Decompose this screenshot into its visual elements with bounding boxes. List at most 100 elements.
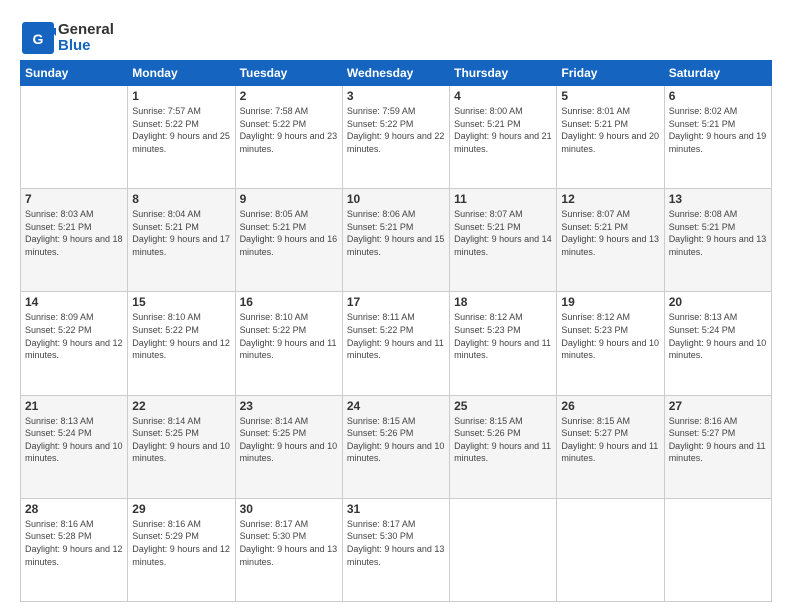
header: G General Blue bbox=[20, 16, 772, 56]
daylight: Daylight: 9 hours and 13 minutes. bbox=[347, 544, 445, 567]
day-number: 10 bbox=[347, 192, 445, 206]
calendar-week-row: 7 Sunrise: 8:03 AM Sunset: 5:21 PM Dayli… bbox=[21, 189, 772, 292]
sunset: Sunset: 5:21 PM bbox=[669, 119, 736, 129]
day-number: 17 bbox=[347, 295, 445, 309]
calendar-cell: 25 Sunrise: 8:15 AM Sunset: 5:26 PM Dayl… bbox=[450, 395, 557, 498]
logo-blue: Blue bbox=[58, 37, 91, 54]
sunrise: Sunrise: 8:12 AM bbox=[454, 312, 523, 322]
calendar-header-saturday: Saturday bbox=[664, 61, 771, 86]
daylight: Daylight: 9 hours and 25 minutes. bbox=[132, 131, 230, 154]
logo-icon: G bbox=[20, 20, 56, 56]
sunrise: Sunrise: 8:06 AM bbox=[347, 209, 416, 219]
daylight: Daylight: 9 hours and 13 minutes. bbox=[669, 234, 767, 257]
daylight: Daylight: 9 hours and 10 minutes. bbox=[240, 441, 338, 464]
logo-general: General bbox=[58, 21, 114, 38]
calendar-cell: 18 Sunrise: 8:12 AM Sunset: 5:23 PM Dayl… bbox=[450, 292, 557, 395]
day-number: 29 bbox=[132, 502, 230, 516]
day-number: 14 bbox=[25, 295, 123, 309]
day-number: 16 bbox=[240, 295, 338, 309]
calendar-cell: 16 Sunrise: 8:10 AM Sunset: 5:22 PM Dayl… bbox=[235, 292, 342, 395]
daylight: Daylight: 9 hours and 11 minutes. bbox=[347, 338, 444, 361]
day-detail: Sunrise: 8:14 AM Sunset: 5:25 PM Dayligh… bbox=[132, 415, 230, 465]
day-number: 19 bbox=[561, 295, 659, 309]
day-number: 1 bbox=[132, 89, 230, 103]
sunrise: Sunrise: 8:12 AM bbox=[561, 312, 630, 322]
day-number: 15 bbox=[132, 295, 230, 309]
sunset: Sunset: 5:21 PM bbox=[669, 222, 736, 232]
day-number: 7 bbox=[25, 192, 123, 206]
sunrise: Sunrise: 7:57 AM bbox=[132, 106, 201, 116]
calendar-header-sunday: Sunday bbox=[21, 61, 128, 86]
sunrise: Sunrise: 8:16 AM bbox=[132, 519, 201, 529]
calendar-cell: 31 Sunrise: 8:17 AM Sunset: 5:30 PM Dayl… bbox=[342, 498, 449, 601]
calendar-cell: 1 Sunrise: 7:57 AM Sunset: 5:22 PM Dayli… bbox=[128, 86, 235, 189]
logo: G General Blue bbox=[20, 20, 114, 56]
calendar-cell: 4 Sunrise: 8:00 AM Sunset: 5:21 PM Dayli… bbox=[450, 86, 557, 189]
sunrise: Sunrise: 7:58 AM bbox=[240, 106, 309, 116]
daylight: Daylight: 9 hours and 18 minutes. bbox=[25, 234, 123, 257]
calendar-header-monday: Monday bbox=[128, 61, 235, 86]
day-detail: Sunrise: 8:08 AM Sunset: 5:21 PM Dayligh… bbox=[669, 208, 767, 258]
sunrise: Sunrise: 8:17 AM bbox=[240, 519, 309, 529]
sunrise: Sunrise: 8:13 AM bbox=[25, 416, 94, 426]
calendar-week-row: 14 Sunrise: 8:09 AM Sunset: 5:22 PM Dayl… bbox=[21, 292, 772, 395]
calendar-cell: 30 Sunrise: 8:17 AM Sunset: 5:30 PM Dayl… bbox=[235, 498, 342, 601]
daylight: Daylight: 9 hours and 11 minutes. bbox=[669, 441, 766, 464]
sunset: Sunset: 5:21 PM bbox=[240, 222, 307, 232]
sunrise: Sunrise: 8:02 AM bbox=[669, 106, 738, 116]
sunrise: Sunrise: 8:03 AM bbox=[25, 209, 94, 219]
sunset: Sunset: 5:30 PM bbox=[240, 531, 307, 541]
calendar-cell: 20 Sunrise: 8:13 AM Sunset: 5:24 PM Dayl… bbox=[664, 292, 771, 395]
daylight: Daylight: 9 hours and 10 minutes. bbox=[25, 441, 123, 464]
daylight: Daylight: 9 hours and 11 minutes. bbox=[240, 338, 337, 361]
sunrise: Sunrise: 8:04 AM bbox=[132, 209, 201, 219]
calendar-cell: 13 Sunrise: 8:08 AM Sunset: 5:21 PM Dayl… bbox=[664, 189, 771, 292]
sunset: Sunset: 5:21 PM bbox=[347, 222, 414, 232]
sunset: Sunset: 5:21 PM bbox=[561, 222, 628, 232]
day-detail: Sunrise: 8:09 AM Sunset: 5:22 PM Dayligh… bbox=[25, 311, 123, 361]
day-detail: Sunrise: 7:58 AM Sunset: 5:22 PM Dayligh… bbox=[240, 105, 338, 155]
calendar-cell: 23 Sunrise: 8:14 AM Sunset: 5:25 PM Dayl… bbox=[235, 395, 342, 498]
calendar-cell: 12 Sunrise: 8:07 AM Sunset: 5:21 PM Dayl… bbox=[557, 189, 664, 292]
sunrise: Sunrise: 8:17 AM bbox=[347, 519, 416, 529]
sunset: Sunset: 5:22 PM bbox=[132, 119, 199, 129]
sunset: Sunset: 5:27 PM bbox=[561, 428, 628, 438]
daylight: Daylight: 9 hours and 14 minutes. bbox=[454, 234, 552, 257]
day-number: 21 bbox=[25, 399, 123, 413]
day-detail: Sunrise: 8:01 AM Sunset: 5:21 PM Dayligh… bbox=[561, 105, 659, 155]
day-detail: Sunrise: 8:12 AM Sunset: 5:23 PM Dayligh… bbox=[561, 311, 659, 361]
sunset: Sunset: 5:26 PM bbox=[454, 428, 521, 438]
sunrise: Sunrise: 8:14 AM bbox=[240, 416, 309, 426]
sunrise: Sunrise: 8:16 AM bbox=[25, 519, 94, 529]
daylight: Daylight: 9 hours and 15 minutes. bbox=[347, 234, 445, 257]
sunset: Sunset: 5:30 PM bbox=[347, 531, 414, 541]
calendar-cell: 14 Sunrise: 8:09 AM Sunset: 5:22 PM Dayl… bbox=[21, 292, 128, 395]
day-detail: Sunrise: 8:03 AM Sunset: 5:21 PM Dayligh… bbox=[25, 208, 123, 258]
calendar-cell: 10 Sunrise: 8:06 AM Sunset: 5:21 PM Dayl… bbox=[342, 189, 449, 292]
calendar-cell: 22 Sunrise: 8:14 AM Sunset: 5:25 PM Dayl… bbox=[128, 395, 235, 498]
sunset: Sunset: 5:24 PM bbox=[669, 325, 736, 335]
sunrise: Sunrise: 8:13 AM bbox=[669, 312, 738, 322]
daylight: Daylight: 9 hours and 22 minutes. bbox=[347, 131, 445, 154]
svg-text:G: G bbox=[33, 31, 44, 47]
calendar-cell: 3 Sunrise: 7:59 AM Sunset: 5:22 PM Dayli… bbox=[342, 86, 449, 189]
day-detail: Sunrise: 8:17 AM Sunset: 5:30 PM Dayligh… bbox=[240, 518, 338, 568]
daylight: Daylight: 9 hours and 19 minutes. bbox=[669, 131, 767, 154]
sunrise: Sunrise: 8:07 AM bbox=[561, 209, 630, 219]
daylight: Daylight: 9 hours and 10 minutes. bbox=[669, 338, 767, 361]
daylight: Daylight: 9 hours and 10 minutes. bbox=[561, 338, 659, 361]
day-number: 12 bbox=[561, 192, 659, 206]
sunrise: Sunrise: 7:59 AM bbox=[347, 106, 416, 116]
calendar-week-row: 21 Sunrise: 8:13 AM Sunset: 5:24 PM Dayl… bbox=[21, 395, 772, 498]
sunset: Sunset: 5:22 PM bbox=[347, 119, 414, 129]
calendar-cell bbox=[21, 86, 128, 189]
calendar-cell: 28 Sunrise: 8:16 AM Sunset: 5:28 PM Dayl… bbox=[21, 498, 128, 601]
day-number: 24 bbox=[347, 399, 445, 413]
calendar-cell bbox=[664, 498, 771, 601]
daylight: Daylight: 9 hours and 11 minutes. bbox=[561, 441, 658, 464]
sunrise: Sunrise: 8:05 AM bbox=[240, 209, 309, 219]
day-detail: Sunrise: 8:14 AM Sunset: 5:25 PM Dayligh… bbox=[240, 415, 338, 465]
calendar-cell: 17 Sunrise: 8:11 AM Sunset: 5:22 PM Dayl… bbox=[342, 292, 449, 395]
calendar-header-thursday: Thursday bbox=[450, 61, 557, 86]
sunrise: Sunrise: 8:15 AM bbox=[561, 416, 630, 426]
